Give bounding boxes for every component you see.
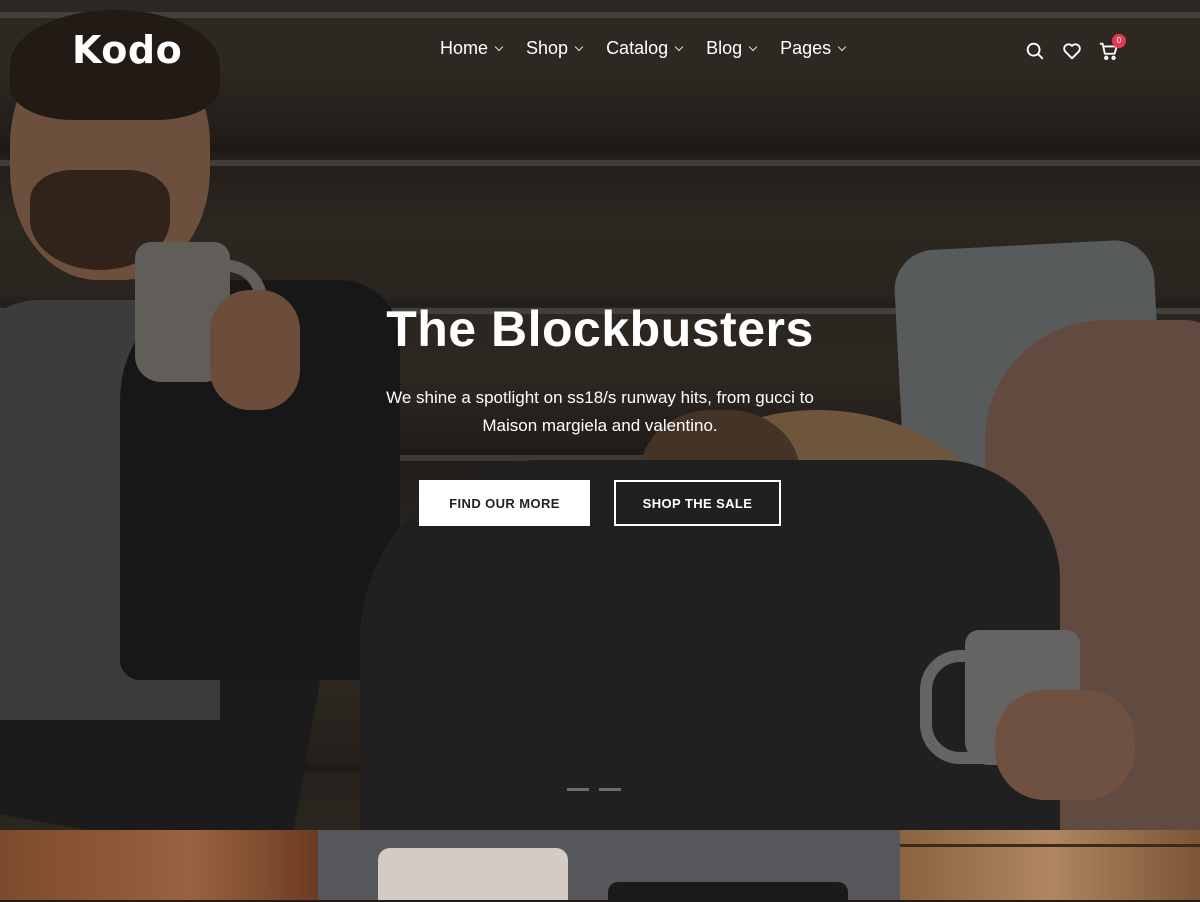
site-header: Kodo Home Shop Catalog Blog Pages 0 <box>0 0 1200 100</box>
chevron-down-icon <box>837 42 847 51</box>
chevron-down-icon <box>748 42 758 51</box>
nav-item-label: Home <box>440 38 489 58</box>
hero-buttons: FIND OUR MORE SHOP THE SALE <box>0 480 1200 526</box>
logo[interactable]: Kodo <box>72 28 182 72</box>
search-icon[interactable] <box>1024 40 1046 62</box>
category-tile-leather[interactable] <box>0 830 318 900</box>
category-strip <box>0 830 1200 902</box>
hero-title: The Blockbusters <box>386 301 814 357</box>
main-nav: Home Shop Catalog Blog Pages <box>440 38 869 59</box>
product-photo-dark <box>608 882 848 902</box>
nav-item-label: Pages <box>780 38 832 58</box>
nav-item-catalog[interactable]: Catalog <box>606 38 684 59</box>
shop-the-sale-button[interactable]: SHOP THE SALE <box>614 480 781 526</box>
category-tile-bags[interactable] <box>900 830 1200 900</box>
chevron-down-icon <box>674 42 684 51</box>
nav-item-pages[interactable]: Pages <box>780 38 847 59</box>
nav-item-home[interactable]: Home <box>440 38 504 59</box>
header-icons: 0 <box>1024 34 1135 62</box>
cart-count-badge: 0 <box>1112 34 1126 48</box>
nav-item-label: Shop <box>526 38 569 58</box>
nav-item-label: Blog <box>706 38 743 58</box>
chevron-down-icon <box>574 42 584 51</box>
nav-item-shop[interactable]: Shop <box>526 38 584 59</box>
product-photo-zipper <box>900 844 1200 847</box>
slider-dot[interactable] <box>567 788 589 791</box>
product-photo-mask <box>378 848 568 900</box>
cart-icon[interactable]: 0 <box>1098 34 1126 62</box>
hero-subtitle: We shine a spotlight on ss18/s runway hi… <box>386 388 814 435</box>
slider-dot[interactable] <box>599 788 621 791</box>
heart-icon[interactable] <box>1061 40 1083 62</box>
slider-dots <box>567 788 621 791</box>
hero-content: The Blockbusters We shine a spotlight on… <box>0 300 1200 526</box>
nav-item-label: Catalog <box>606 38 669 58</box>
hero-banner: The Blockbusters We shine a spotlight on… <box>0 0 1200 830</box>
find-our-more-button[interactable]: FIND OUR MORE <box>419 480 590 526</box>
nav-item-blog[interactable]: Blog <box>706 38 758 59</box>
category-tile-accessories[interactable] <box>318 830 900 902</box>
chevron-down-icon <box>494 42 504 51</box>
